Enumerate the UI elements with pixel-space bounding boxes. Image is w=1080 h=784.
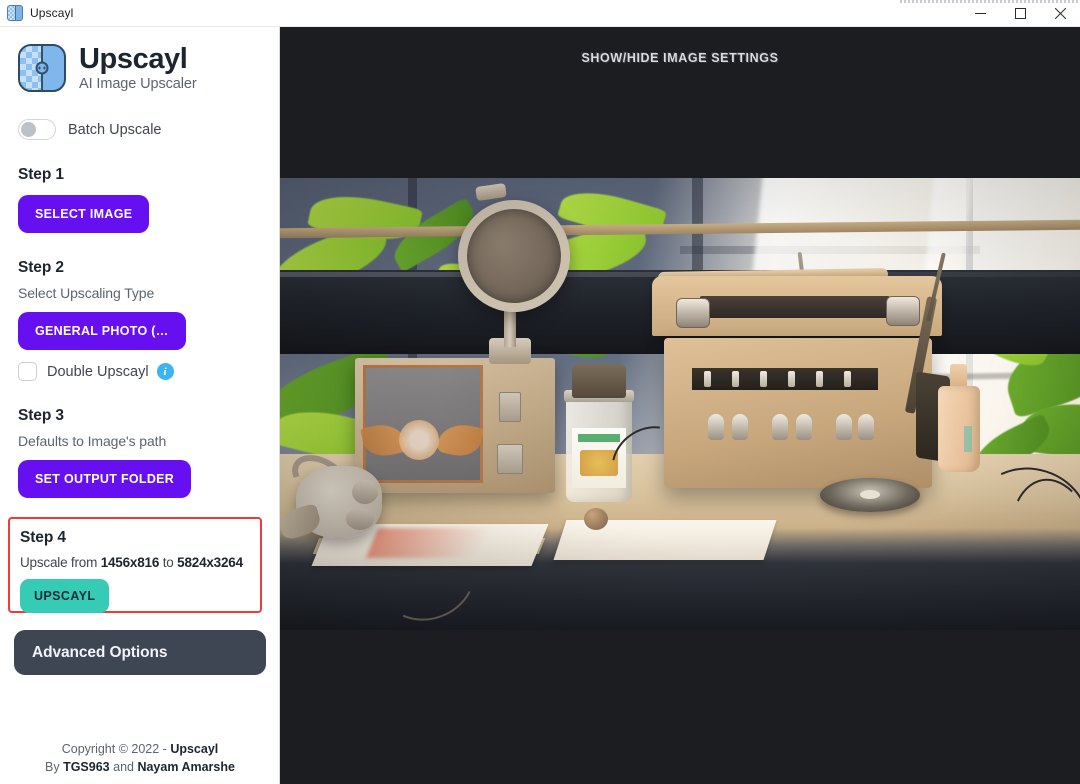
step4-heading: Step 4 [20,529,66,546]
step4-resolution-info: Upscale from 1456x816 to 5824x3264 [10,555,260,570]
upscayl-logo-icon [18,44,66,92]
footer-app-name: Upscayl [170,741,219,756]
brand-header: Upscayl AI Image Upscaler [0,27,279,92]
footer-copyright: Copyright © 2022 - Upscayl [0,740,279,758]
step1-heading: Step 1 [18,166,64,183]
set-output-folder-button[interactable]: SET OUTPUT FOLDER [18,460,192,498]
footer-author-2: Nayam Amarshe [137,759,235,774]
sidebar: Upscayl AI Image Upscaler Batch Upscale … [0,27,280,784]
close-icon[interactable] [1040,0,1080,27]
step4-prefix: Upscale from [20,555,98,570]
window-title: Upscayl [30,6,74,20]
batch-upscale-toggle[interactable] [18,119,56,140]
footer-authors: By TGS963 and Nayam Amarshe [0,758,279,776]
maximize-icon[interactable] [1000,0,1040,27]
double-upscayl-row[interactable]: Double Upscayl i [0,362,279,381]
batch-upscale-row[interactable]: Batch Upscale [0,92,279,140]
step4-target-resolution: 5824x3264 [177,555,243,570]
step2-subtitle: Select Upscaling Type [18,285,155,301]
window-controls [960,0,1080,27]
footer-copyright-prefix: Copyright © 2022 - [61,741,171,756]
step4-source-resolution: 1456x816 [100,555,160,570]
double-upscayl-label: Double Upscayl [47,363,149,380]
select-image-button[interactable]: SELECT IMAGE [18,195,150,233]
image-viewer-panel: SHOW/HIDE IMAGE SETTINGS [280,27,1080,784]
step4-middle: to [162,555,174,570]
show-hide-image-settings-button[interactable]: SHOW/HIDE IMAGE SETTINGS [280,51,1080,65]
info-icon[interactable]: i [156,363,174,380]
batch-upscale-label: Batch Upscale [68,121,162,138]
step3-subtitle: Defaults to Image's path [18,433,167,449]
footer-author-1: TGS963 [63,759,110,774]
brand-tagline: AI Image Upscaler [79,75,197,92]
upscayl-app-icon [7,5,23,21]
step2-heading: Step 2 [18,259,64,276]
step3-heading: Step 3 [18,407,64,424]
upscayl-button[interactable]: UPSCAYL [20,579,110,613]
footer-by: By [45,759,64,774]
sidebar-footer: Copyright © 2022 - Upscayl By TGS963 and… [0,740,279,776]
brand-name: Upscayl [79,43,188,76]
step4-highlight-box: Step 4 Upscale from 1456x816 to 5824x326… [8,517,262,613]
double-upscayl-checkbox[interactable] [18,362,37,381]
advanced-options-button[interactable]: Advanced Options [14,630,266,675]
upscaling-type-select[interactable]: GENERAL PHOTO (… [18,312,186,350]
minimize-icon[interactable] [960,0,1000,27]
footer-and: and [109,759,138,774]
window-titlebar: Upscayl [0,0,1080,27]
titlebar-dotted-artifact [900,0,1080,3]
preview-image[interactable] [280,178,1080,630]
preview-image-content [280,178,1080,630]
